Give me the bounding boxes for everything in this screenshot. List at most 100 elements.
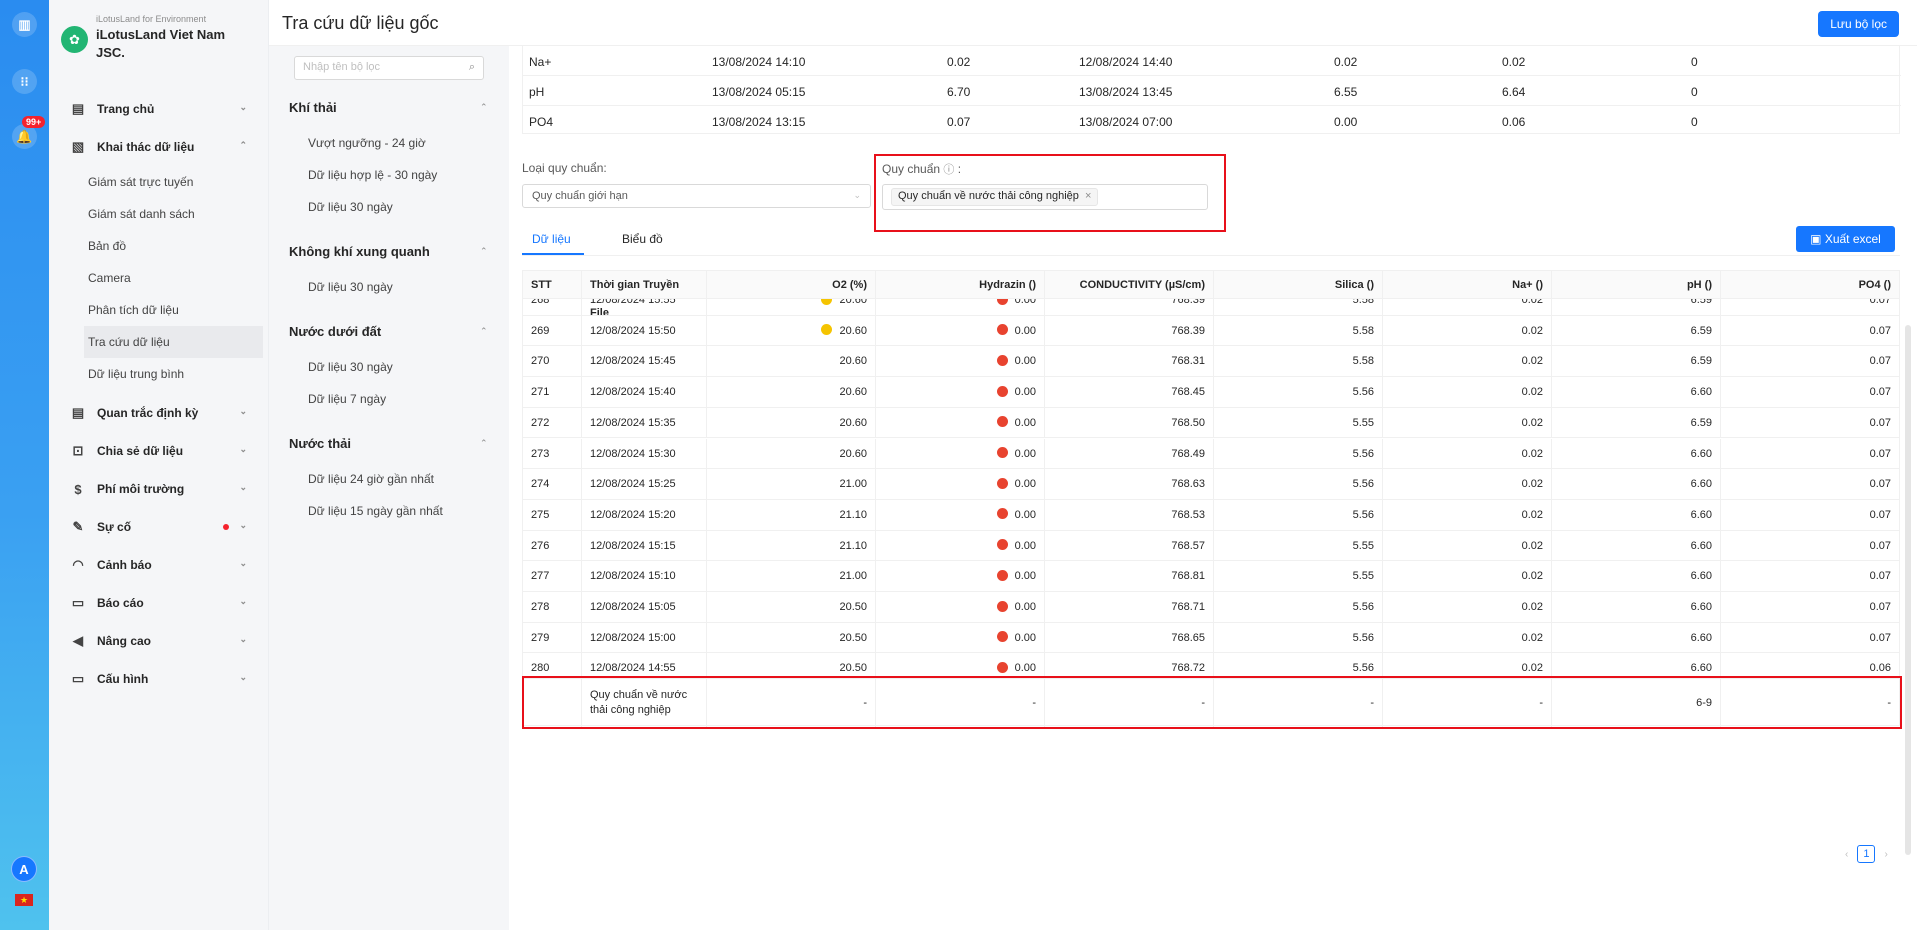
filter-item[interactable]: Dữ liệu hợp lệ - 30 ngày: [308, 168, 437, 182]
table-cell-value: 12/08/2024 14:55: [590, 662, 676, 675]
filter-item[interactable]: Dữ liệu 30 ngày: [308, 200, 393, 214]
sidebar-subitem-data-lookup[interactable]: Tra cứu dữ liệu: [84, 326, 263, 358]
filter-group-wastewater[interactable]: Nước thải ⌃: [289, 436, 488, 451]
summary-cell: 13/08/2024 05:15: [712, 85, 806, 99]
table-cell-value: 20.60: [839, 355, 867, 368]
apps-grid-icon[interactable]: ⁝⁝: [12, 69, 37, 94]
exceed-status-icon: [996, 416, 1008, 428]
prev-page-icon[interactable]: ‹: [1845, 849, 1848, 860]
tab-chart[interactable]: Biểu đồ: [622, 232, 663, 246]
sidebar-item-advanced[interactable]: ◀ Nâng cao ⌄: [49, 622, 269, 660]
column-header-stt[interactable]: STT: [523, 271, 582, 300]
filter-search-input[interactable]: Nhập tên bộ lọc ⌕: [294, 56, 484, 80]
table-cell-value: 768.71: [1171, 601, 1205, 613]
summary-cell: 0.02: [947, 55, 971, 69]
column-header-time[interactable]: Thời gian Truyền File: [582, 271, 707, 319]
filter-item[interactable]: Dữ liệu 30 ngày: [308, 360, 393, 374]
config-icon: ▭: [71, 671, 85, 686]
sidebar-item-report[interactable]: ▭ Báo cáo ⌄: [49, 584, 269, 622]
sidebar-item-periodic-monitoring[interactable]: ▤ Quan trắc định kỳ ⌄: [49, 394, 269, 432]
sidebar-subitem-average-data[interactable]: Dữ liệu trung bình: [88, 358, 269, 390]
sidebar-item-alarm[interactable]: ◠ Cảnh báo ⌄: [49, 546, 269, 584]
sidebar-item-config[interactable]: ▭ Cấu hình ⌄: [49, 660, 269, 698]
filter-item[interactable]: Dữ liệu 7 ngày: [308, 392, 386, 406]
column-header-silica[interactable]: Silica (): [1214, 271, 1383, 300]
info-icon[interactable]: ⓘ: [943, 164, 954, 176]
table-cell-value: 768.81: [1171, 570, 1205, 583]
table-cell-value: 12/08/2024 15:10: [590, 570, 676, 583]
table-cell-time: 12/08/2024 15:55: [582, 299, 707, 315]
filter-group-groundwater[interactable]: Nước dưới đất ⌃: [289, 324, 488, 339]
table-cell-value: 20.50: [839, 662, 867, 675]
table-cell-cond: 768.63: [1045, 469, 1214, 500]
sidebar-subitem-list-monitoring[interactable]: Giám sát danh sách: [88, 198, 269, 230]
page-number-current[interactable]: 1: [1857, 845, 1876, 863]
table-cell-si: 5.56: [1214, 377, 1383, 408]
table-cell-value: 12/08/2024 15:00: [590, 631, 676, 644]
column-header-conductivity[interactable]: CONDUCTIVITY (µS/cm): [1045, 271, 1214, 300]
column-header-po4[interactable]: PO4 (): [1721, 271, 1899, 300]
next-page-icon[interactable]: ›: [1884, 849, 1887, 860]
sidebar-item-data-mining[interactable]: ▧ Khai thác dữ liệu ⌃: [49, 128, 269, 166]
save-filter-button[interactable]: Lưu bộ lọc: [1818, 11, 1899, 37]
table-body[interactable]: 268 12/08/2024 15:55 20.60 0.00 768.39 5.58 0.…: [522, 299, 1900, 678]
filter-group-title: Không khí xung quanh: [289, 244, 430, 259]
table-cell-time: 12/08/2024 15:50: [582, 315, 707, 346]
table-cell-cond: 768.71: [1045, 592, 1214, 622]
filter-item[interactable]: Dữ liệu 24 giờ gần nhất: [308, 472, 434, 486]
tag-close-icon[interactable]: ×: [1085, 190, 1091, 202]
table-cell-value: 5.56: [1352, 478, 1374, 491]
filter-item[interactable]: Dữ liệu 30 ngày: [308, 280, 393, 294]
view-tabs: Dữ liệu Biểu đồ: [522, 224, 1900, 256]
filter-group-ambient-air[interactable]: Không khí xung quanh ⌃: [289, 244, 488, 259]
sidebar-subitem-live-monitoring[interactable]: Giám sát trực tuyến: [88, 166, 269, 198]
summary-cell: 13/08/2024 13:45: [1079, 85, 1173, 99]
tab-data[interactable]: Dữ liệu: [532, 232, 571, 246]
filter-item[interactable]: Vượt ngưỡng - 24 giờ: [308, 136, 426, 150]
sidebar-item-label: Báo cáo: [97, 596, 144, 610]
table-scrollbar[interactable]: [1905, 325, 1911, 855]
column-header-hydrazin[interactable]: Hydrazin (): [876, 271, 1045, 300]
avatar[interactable]: A: [11, 856, 37, 882]
filter-item[interactable]: Dữ liệu 15 ngày gần nhất: [308, 504, 443, 518]
table-cell-value: 279: [531, 631, 550, 644]
table-cell-value: 0.00: [1014, 601, 1036, 613]
sidebar-item-home[interactable]: ▤ Trang chủ ⌄: [49, 90, 269, 128]
table-cell-ph: 6.60: [1552, 438, 1721, 469]
table-cell-cond: 768.57: [1045, 530, 1214, 561]
chevron-up-icon: ⌃: [239, 140, 247, 150]
sidebar-item-data-sharing[interactable]: ⊡ Chia sẻ dữ liệu ⌄: [49, 432, 269, 470]
table-cell-hyd: 0.00: [876, 299, 1045, 315]
table-header: STT Thời gian Truyền File O2 (%) Hydrazi…: [522, 270, 1900, 319]
standard-type-select[interactable]: Quy chuẩn giới hạn ⌄: [522, 184, 871, 208]
column-header-ph[interactable]: pH (): [1552, 271, 1721, 300]
sidebar-item-incident[interactable]: ✎ Sự cố ⌄: [49, 508, 269, 546]
table-cell-value: 272: [531, 416, 550, 429]
standard-multiselect[interactable]: Quy chuẩn về nước thải công nghiệp ×: [882, 184, 1208, 210]
sidebar-subitem-camera[interactable]: Camera: [88, 262, 269, 294]
column-header-o2[interactable]: O2 (%): [707, 271, 876, 300]
chevron-up-icon: ⌃: [480, 326, 488, 336]
table-cell-stt: 268: [523, 299, 582, 315]
column-header-na[interactable]: Na+ (): [1383, 271, 1552, 300]
sidebar-subitem-data-analysis[interactable]: Phân tích dữ liệu: [88, 294, 269, 326]
table-cell-o2: 21.00: [707, 561, 876, 592]
table-cell-value: 0.00: [1014, 355, 1036, 368]
sidebar-menu: ▤ Trang chủ ⌄ ▧ Khai thác dữ liệu ⌃ Giám…: [49, 90, 269, 698]
table-cell-value: 5.56: [1352, 447, 1374, 460]
table-cell-o2: 20.50: [707, 653, 876, 678]
chevron-down-icon: ⌄: [239, 672, 247, 682]
app-logo-icon[interactable]: ▥: [12, 12, 37, 37]
table-cell-time: 12/08/2024 15:15: [582, 530, 707, 561]
sidebar-subitem-map[interactable]: Bản đồ: [88, 230, 269, 262]
export-excel-button[interactable]: ▣ Xuất excel: [1796, 226, 1895, 252]
report-icon: ▭: [71, 595, 85, 610]
filter-group-emission[interactable]: Khí thải ⌃: [289, 100, 488, 115]
table-cell-value: 20.60: [839, 386, 867, 399]
table-cell-value: 0.07: [1869, 570, 1891, 583]
sidebar-item-environment-fee[interactable]: $ Phí môi trường ⌄: [49, 470, 269, 508]
app-rail: ▥ ⁝⁝ 🔔 99+ A ★: [0, 0, 49, 930]
language-flag-icon[interactable]: ★: [15, 894, 33, 906]
table-row: 279 12/08/2024 15:00 20.50 0.00 768.65 5.56 0.…: [523, 622, 1899, 654]
table-cell-na: 0.02: [1383, 407, 1552, 438]
